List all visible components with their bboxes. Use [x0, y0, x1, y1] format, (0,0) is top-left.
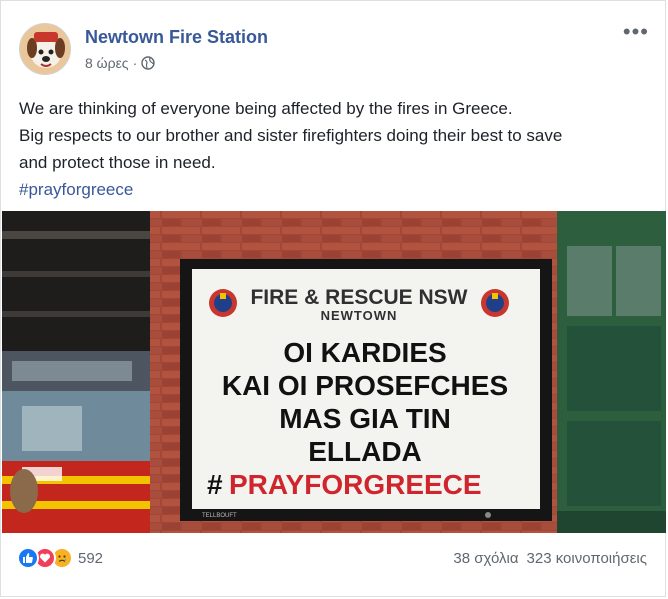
sign-brand: TELLBOUFT	[202, 513, 237, 519]
post-meta: 8 ώρες ·	[85, 55, 155, 71]
sign-hashtag-symbol: #	[207, 469, 223, 500]
hashtag-link[interactable]: #prayforgreece	[19, 176, 649, 203]
post-text-line: Big respects to our brother and sister f…	[19, 126, 563, 145]
post-text-line: and protect those in need.	[19, 153, 216, 172]
shares-count-link[interactable]: 323 κοινοποιήσεις	[527, 550, 647, 567]
sign-line: KAI OI PROSEFCHES	[222, 370, 508, 401]
post-timestamp[interactable]: 8 ώρες	[85, 55, 129, 71]
dog-mascot-icon	[20, 24, 70, 74]
sign-line: MAS GIA TIN	[279, 403, 451, 434]
page-name-link[interactable]: Newtown Fire Station	[85, 27, 268, 48]
page-avatar[interactable]	[19, 23, 71, 75]
sign-title: FIRE & RESCUE NSW	[250, 286, 467, 309]
post-text-line: We are thinking of everyone being affect…	[19, 99, 513, 118]
engagement-stats: 38 σχόλια 323 κοινοποιήσεις	[453, 550, 647, 567]
post-message: We are thinking of everyone being affect…	[19, 95, 649, 203]
post-photo[interactable]: FIRE & RESCUE NSW NEWTOWN OI KARDIES KAI…	[2, 211, 666, 533]
fire-station-sign-image: FIRE & RESCUE NSW NEWTOWN OI KARDIES KAI…	[2, 211, 666, 533]
meta-separator: ·	[132, 55, 138, 71]
post-card: Newtown Fire Station 8 ώρες · ••• We are…	[0, 0, 666, 597]
comments-count-link[interactable]: 38 σχόλια	[453, 550, 518, 567]
fire-rescue-emblem-right	[481, 289, 509, 317]
sign-subtitle: NEWTOWN	[321, 308, 398, 323]
reaction-summary[interactable]: 592	[17, 547, 103, 569]
sign-line: OI KARDIES	[283, 337, 446, 368]
post-header: Newtown Fire Station 8 ώρες · •••	[15, 19, 655, 79]
sign-line: ELLADA	[308, 436, 422, 467]
fire-rescue-emblem-left	[209, 289, 237, 317]
post-footer: 592 38 σχόλια 323 κοινοποιήσεις	[1, 541, 667, 581]
reaction-count: 592	[78, 549, 104, 567]
more-options-button[interactable]: •••	[623, 21, 649, 43]
globe-icon[interactable]	[141, 56, 155, 70]
like-icon	[17, 547, 39, 569]
sign-hashtag-text: PRAYFORGREECE	[229, 469, 482, 500]
